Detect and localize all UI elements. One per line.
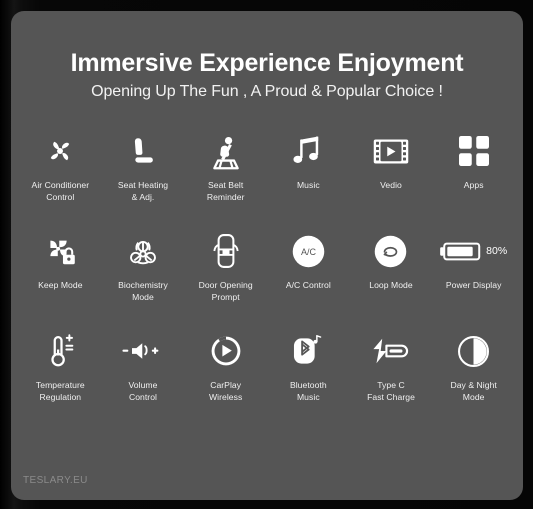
feature-item-air-conditioner-control[interactable]: Air Conditioner Control xyxy=(19,129,102,229)
volume-speaker-icon xyxy=(122,329,164,373)
feature-label: Vedio xyxy=(380,180,402,191)
car-seat-icon xyxy=(128,129,158,173)
feature-label: Volume Control xyxy=(128,380,158,403)
car-doors-open-icon xyxy=(212,229,240,273)
feature-label: Music xyxy=(296,180,320,191)
feature-label: Seat Belt Reminder xyxy=(206,180,245,203)
feature-label: Door Opening Prompt xyxy=(198,280,253,303)
feature-item-bluetooth-music[interactable]: Bluetooth Music xyxy=(267,329,350,429)
feature-label: Loop Mode xyxy=(369,280,413,291)
feature-item-video[interactable]: Vedio xyxy=(350,129,433,229)
fan-lock-icon xyxy=(42,229,78,273)
feature-item-biochemistry-mode[interactable]: Biochemistry Mode xyxy=(102,229,185,329)
feature-item-apps[interactable]: Apps xyxy=(432,129,515,229)
biohazard-icon xyxy=(125,229,161,273)
feature-label: A/C Control xyxy=(285,280,331,291)
feature-item-seat-belt-reminder[interactable]: Seat Belt Reminder xyxy=(184,129,267,229)
feature-label: Power Display xyxy=(445,280,502,291)
day-night-contrast-icon xyxy=(458,329,490,373)
apps-grid-icon xyxy=(458,129,489,173)
feature-label: Apps xyxy=(463,180,484,191)
recirculation-circle-icon xyxy=(374,229,407,273)
feature-label: Type C Fast Charge xyxy=(367,380,415,403)
battery-icon: 80% xyxy=(440,229,507,273)
ac-circle-icon: A/C xyxy=(292,229,325,273)
usb-c-lightning-icon xyxy=(371,329,411,373)
music-note-icon xyxy=(293,129,323,173)
feature-item-door-opening-prompt[interactable]: Door Opening Prompt xyxy=(184,229,267,329)
feature-label: Biochemistry Mode xyxy=(118,280,168,303)
fan-icon xyxy=(43,129,77,173)
carplay-icon xyxy=(210,329,242,373)
volume-minus-icon xyxy=(122,350,129,353)
panel-header: Immersive Experience Enjoyment Opening U… xyxy=(11,11,523,101)
feature-item-music[interactable]: Music xyxy=(267,129,350,229)
page-subtitle: Opening Up The Fun , A Proud & Popular C… xyxy=(91,83,443,100)
feature-label: Keep Mode xyxy=(38,280,83,291)
seat-belt-icon xyxy=(210,129,242,173)
feature-item-carplay-wireless[interactable]: CarPlay Wireless xyxy=(184,329,267,429)
watermark: TESLARY.EU xyxy=(23,475,88,486)
feature-label: Seat Heating & Adj. xyxy=(117,180,169,203)
feature-label: CarPlay Wireless xyxy=(208,380,243,403)
feature-label: Temperature Regulation xyxy=(35,380,85,403)
feature-item-volume-control[interactable]: Volume Control xyxy=(102,329,185,429)
feature-label: Day & Night Mode xyxy=(450,380,497,403)
feature-label: Air Conditioner Control xyxy=(31,180,90,203)
bluetooth-music-icon xyxy=(292,329,324,373)
feature-item-ac-control[interactable]: A/C A/C Control xyxy=(267,229,350,329)
feature-item-seat-heating[interactable]: Seat Heating & Adj. xyxy=(102,129,185,229)
feature-grid: Air Conditioner Control Seat Heating & A… xyxy=(11,129,523,429)
page-title: Immersive Experience Enjoyment xyxy=(70,49,464,77)
ac-circle-text: A/C xyxy=(301,247,317,257)
feature-item-type-c-fast-charge[interactable]: Type C Fast Charge xyxy=(350,329,433,429)
feature-item-temperature-regulation[interactable]: Temperature Regulation xyxy=(19,329,102,429)
film-play-icon xyxy=(373,129,409,173)
feature-panel: Immersive Experience Enjoyment Opening U… xyxy=(11,11,523,500)
feature-item-day-night-mode[interactable]: Day & Night Mode xyxy=(432,329,515,429)
feature-label: Bluetooth Music xyxy=(289,380,327,403)
thermometer-plus-minus-icon xyxy=(45,329,75,373)
feature-item-power-display[interactable]: 80% Power Display xyxy=(432,229,515,329)
page-background: Immersive Experience Enjoyment Opening U… xyxy=(0,0,533,509)
battery-percent-text: 80% xyxy=(486,245,508,258)
feature-item-keep-mode[interactable]: Keep Mode xyxy=(19,229,102,329)
feature-item-loop-mode[interactable]: Loop Mode xyxy=(350,229,433,329)
